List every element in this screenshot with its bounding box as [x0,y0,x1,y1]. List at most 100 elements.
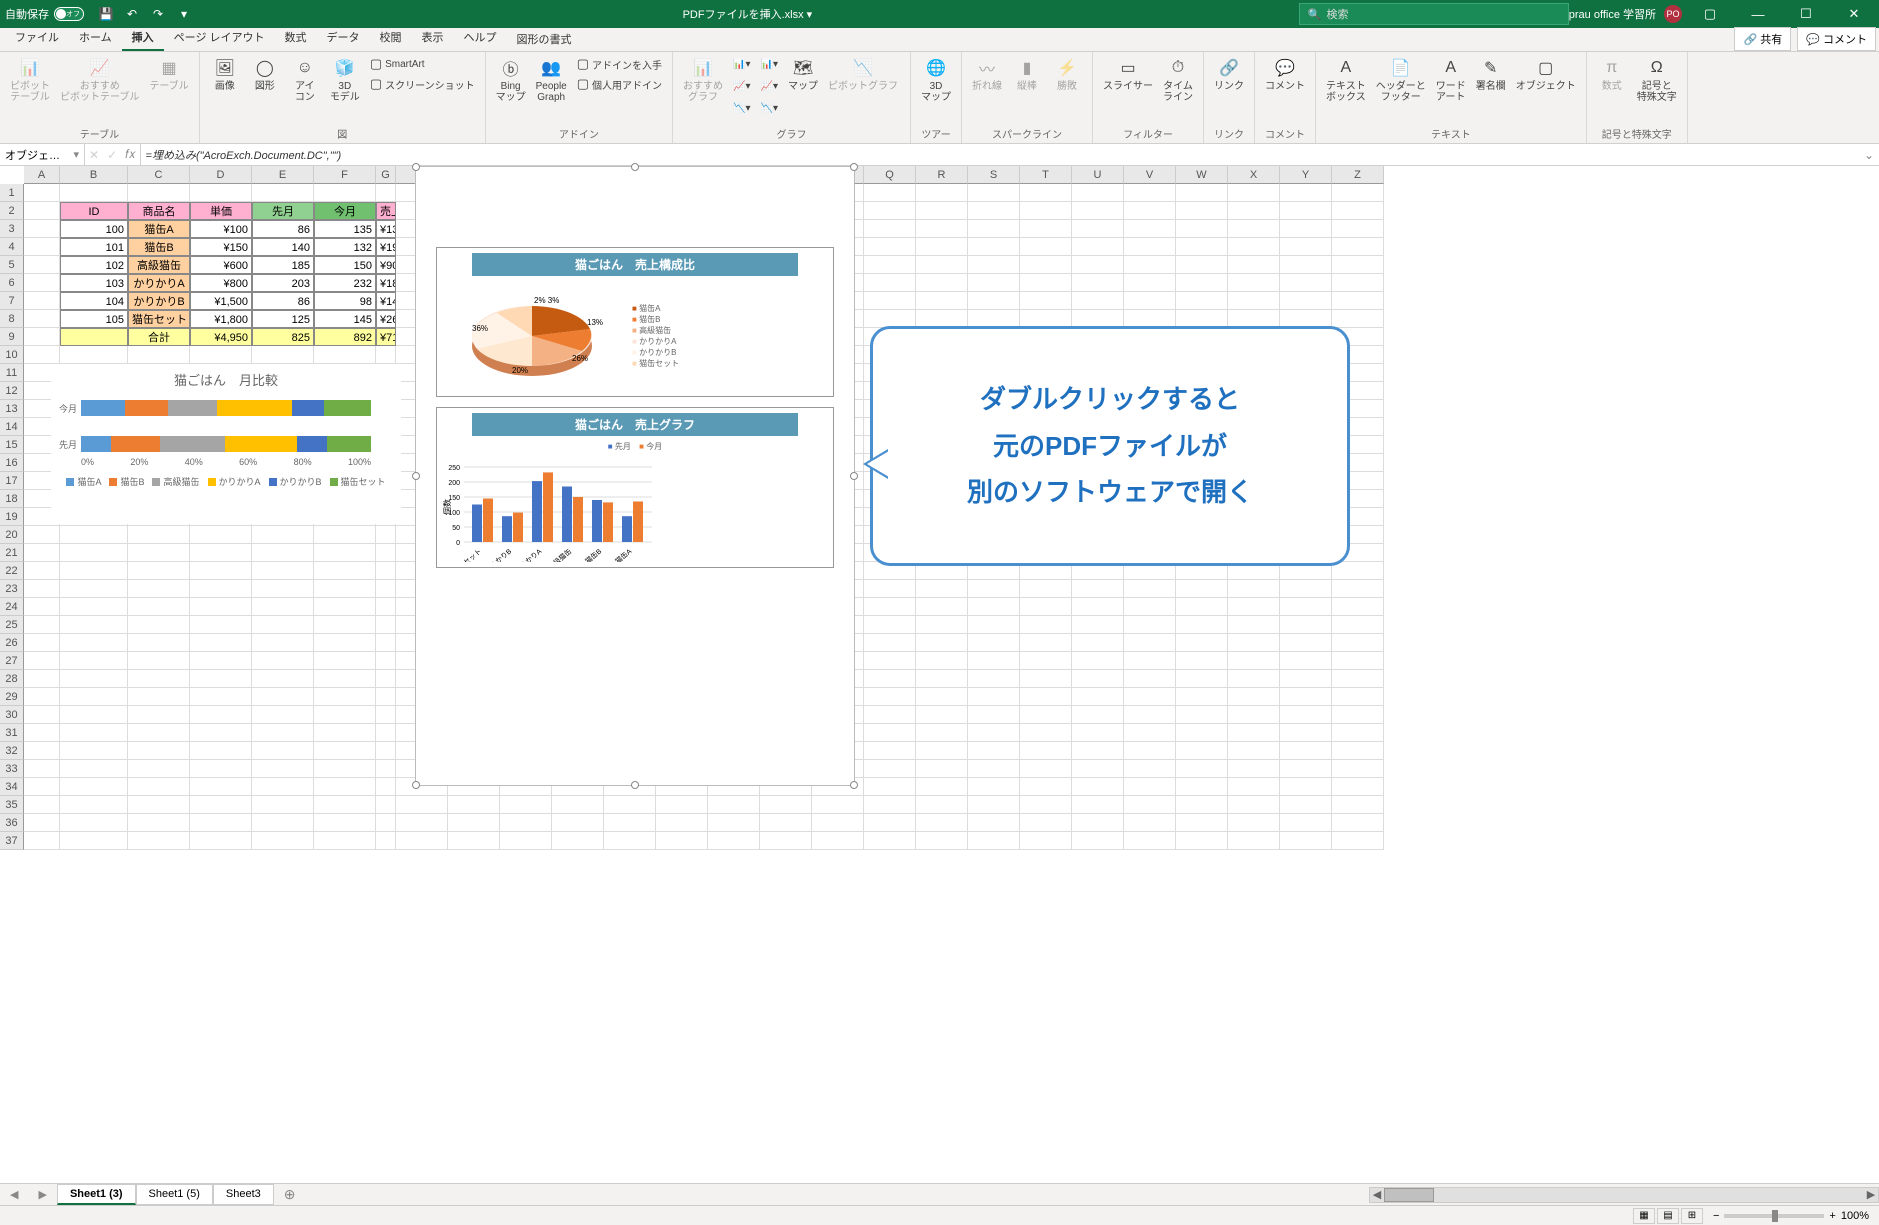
ribbon-オブジェクト[interactable]: ▢オブジェクト [1512,54,1580,95]
cell[interactable] [314,598,376,616]
cell[interactable] [24,184,60,202]
cell[interactable] [864,832,916,850]
cell[interactable] [1280,238,1332,256]
cell[interactable]: ¥19,800 [376,238,396,256]
cell[interactable] [128,760,190,778]
cell[interactable] [128,724,190,742]
row-header[interactable]: 31 [0,724,24,742]
cell[interactable] [252,562,314,580]
cell[interactable] [552,832,604,850]
cell[interactable] [1020,292,1072,310]
cell[interactable] [24,310,60,328]
zoom-control[interactable]: − + 100% [1713,1210,1869,1222]
cell[interactable] [376,814,396,832]
cell[interactable] [376,832,396,850]
cell[interactable] [1176,238,1228,256]
cell[interactable] [1332,310,1384,328]
cell[interactable] [1124,184,1176,202]
cell[interactable] [1228,238,1280,256]
cell[interactable] [916,634,968,652]
cell[interactable] [314,562,376,580]
cell[interactable] [252,724,314,742]
cell[interactable] [314,526,376,544]
sheet-nav-next-icon[interactable]: ▶ [28,1188,56,1201]
cell[interactable]: 単価 [190,202,252,220]
cell[interactable] [552,814,604,832]
ribbon-折れ線[interactable]: 〰折れ線 [968,54,1006,95]
row-header[interactable]: 14 [0,418,24,436]
cell[interactable] [916,274,968,292]
row-header[interactable]: 7 [0,292,24,310]
cell[interactable] [60,598,128,616]
ribbon-PeopleGraph[interactable]: 👥PeopleGraph [532,54,571,106]
cell[interactable]: 132 [314,238,376,256]
cell[interactable] [60,814,128,832]
cell[interactable] [1176,256,1228,274]
cell[interactable] [916,238,968,256]
cell[interactable] [968,760,1020,778]
ribbon-おすすめピボットテーブル[interactable]: 📈おすすめピボットテーブル [56,54,143,106]
cell[interactable] [24,328,60,346]
row-header[interactable]: 17 [0,472,24,490]
cell[interactable] [1020,670,1072,688]
cell[interactable] [1124,742,1176,760]
cell[interactable] [1228,670,1280,688]
cell[interactable] [24,598,60,616]
cell[interactable] [1332,832,1384,850]
cell[interactable] [1176,814,1228,832]
cell[interactable] [1228,616,1280,634]
cell[interactable] [190,652,252,670]
cell[interactable] [1332,742,1384,760]
cell[interactable] [1280,724,1332,742]
cell[interactable] [190,562,252,580]
sheet-tab[interactable]: Sheet1 (3) [57,1184,136,1205]
cell[interactable] [60,544,128,562]
cell[interactable] [1176,670,1228,688]
cell[interactable]: 140 [252,238,314,256]
cell[interactable] [128,184,190,202]
cell[interactable] [60,670,128,688]
row-header[interactable]: 8 [0,310,24,328]
cell[interactable] [24,832,60,850]
cell[interactable]: ¥600 [190,256,252,274]
cell[interactable]: 売上 [376,202,396,220]
cell[interactable] [24,256,60,274]
cell[interactable]: 合計 [128,328,190,346]
cell[interactable] [190,832,252,850]
cell[interactable] [1072,796,1124,814]
zoom-in-icon[interactable]: + [1829,1210,1835,1222]
cell[interactable] [1124,814,1176,832]
cell[interactable] [190,796,252,814]
cell[interactable]: 猫缶B [128,238,190,256]
row-header[interactable]: 18 [0,490,24,508]
cell[interactable] [376,796,396,814]
cell[interactable] [252,760,314,778]
cell[interactable] [314,616,376,634]
cell[interactable] [252,832,314,850]
cell[interactable] [500,814,552,832]
cell[interactable]: 203 [252,274,314,292]
cell[interactable] [1332,778,1384,796]
col-header[interactable]: X [1228,166,1280,184]
cell[interactable] [128,346,190,364]
resize-handle-icon[interactable] [631,163,639,171]
cell[interactable] [60,616,128,634]
cell[interactable] [1176,202,1228,220]
cell[interactable] [376,634,396,652]
search-box[interactable]: 🔍 検索 [1299,3,1569,25]
cell[interactable] [968,238,1020,256]
cell[interactable] [190,526,252,544]
cell[interactable] [1124,238,1176,256]
col-header[interactable]: T [1020,166,1072,184]
cell[interactable] [968,814,1020,832]
cell[interactable]: 105 [60,310,128,328]
col-header[interactable]: Y [1280,166,1332,184]
cell[interactable] [1176,598,1228,616]
ribbon-リンク[interactable]: 🔗リンク [1210,54,1248,95]
cell[interactable] [1124,220,1176,238]
cell[interactable] [24,562,60,580]
cell[interactable] [968,706,1020,724]
cell[interactable] [708,796,760,814]
ribbon-3Dモデル[interactable]: 🧊3Dモデル [326,54,364,106]
cell[interactable] [60,742,128,760]
